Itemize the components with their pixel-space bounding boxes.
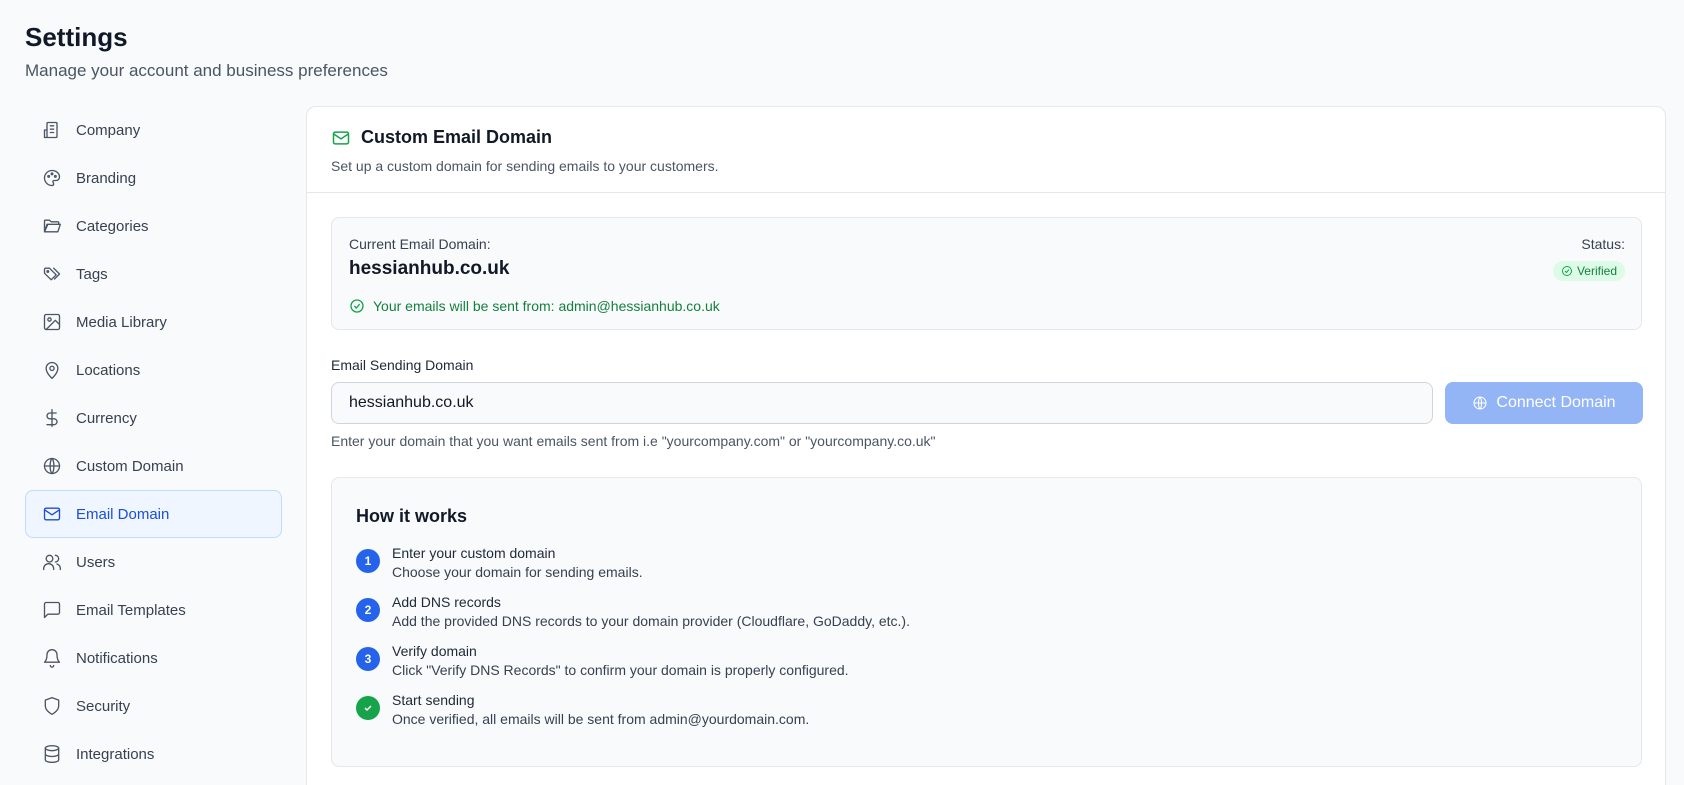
dollar-icon (46, 409, 58, 427)
sidebar-item-users[interactable]: Users (25, 538, 282, 586)
check-circle-icon (1561, 266, 1572, 276)
sidebar-item-tags[interactable]: Tags (25, 250, 282, 298)
step-description: Add the provided DNS records to your dom… (392, 613, 910, 629)
status-label: Status: (1581, 236, 1625, 252)
mail-icon (332, 130, 350, 145)
mail-icon (43, 507, 61, 521)
sidebar-item-branding[interactable]: Branding (25, 154, 282, 202)
check-circle-icon (350, 299, 364, 313)
email-sending-domain-input[interactable] (331, 382, 1433, 424)
sidebar-item-currency[interactable]: Currency (25, 394, 282, 442)
step-description: Click "Verify DNS Records" to confirm yo… (392, 662, 849, 678)
globe-icon (43, 457, 61, 475)
how-it-works-panel: How it works 1 Enter your custom domain Ch… (331, 477, 1642, 767)
page-title: Settings (25, 22, 128, 52)
how-it-works-title: How it works (356, 506, 468, 526)
sidebar-item-custom-domain[interactable]: Custom Domain (25, 442, 282, 490)
step-title: Add DNS records (392, 594, 501, 610)
bell-icon (43, 649, 61, 668)
sidebar-item-media-library[interactable]: Media Library (25, 298, 282, 346)
check-icon (356, 696, 380, 720)
page-subtitle: Manage your account and business prefere… (25, 61, 388, 80)
email-sending-domain-label: Email Sending Domain (331, 357, 474, 373)
sidebar-item-email-domain[interactable]: Email Domain (25, 490, 282, 538)
image-icon (43, 313, 61, 331)
sidebar-item-email-templates[interactable]: Email Templates (25, 586, 282, 634)
domain-help-text: Enter your domain that you want emails s… (331, 433, 936, 449)
palette-icon (43, 169, 61, 187)
step-description: Once verified, all emails will be sent f… (392, 711, 810, 727)
sidebar-item-company[interactable]: Company (25, 106, 282, 154)
sidebar-item-integrations[interactable]: Integrations (25, 730, 282, 778)
sidebar-item-security[interactable]: Security (25, 682, 282, 730)
step-number: 1 (356, 549, 380, 573)
step-title: Verify domain (392, 643, 477, 659)
map-pin-icon (45, 361, 59, 379)
database-icon (44, 745, 60, 763)
sent-from-text: Your emails will be sent from: admin@hes… (373, 298, 720, 314)
building-icon (43, 121, 58, 139)
step-item: 3 Verify domain Click "Verify DNS Records"… (356, 643, 1617, 678)
step-item: 2 Add DNS records Add the provided DNS rec… (356, 594, 1617, 629)
current-domain-label: Current Email Domain: (349, 236, 491, 252)
email-domain-card: Custom Email Domain Set up a custom doma… (306, 106, 1666, 785)
connect-domain-button[interactable]: Connect Domain (1445, 382, 1643, 424)
card-title: Custom Email Domain (361, 127, 553, 147)
status-badge: Verified (1552, 261, 1625, 281)
step-number: 3 (356, 647, 380, 671)
current-domain-value: hessianhub.co.uk (349, 258, 510, 279)
sidebar-item-categories[interactable]: Categories (25, 202, 282, 250)
globe-icon (1473, 396, 1487, 410)
step-title: Start sending (392, 692, 475, 708)
current-domain-panel: Current Email Domain: hessianhub.co.uk Y… (331, 217, 1642, 330)
step-title: Enter your custom domain (392, 545, 556, 561)
users-icon (43, 554, 61, 571)
shield-icon (44, 697, 60, 715)
sidebar-item-locations[interactable]: Locations (25, 346, 282, 394)
folder-icon (43, 219, 61, 233)
step-item: 1 Enter your custom domain Choose your dom… (356, 545, 1617, 580)
message-icon (43, 601, 61, 619)
sidebar-item-notifications[interactable]: Notifications (25, 634, 282, 682)
step-number: 2 (356, 598, 380, 622)
step-item: Start sending Once verified, all emails w… (356, 692, 1617, 727)
step-description: Choose your domain for sending emails. (392, 564, 643, 580)
card-subtitle: Set up a custom domain for sending email… (331, 158, 719, 174)
settings-sidebar: Company Branding Categories Tags Media L… (25, 106, 282, 778)
tags-icon (43, 267, 61, 281)
